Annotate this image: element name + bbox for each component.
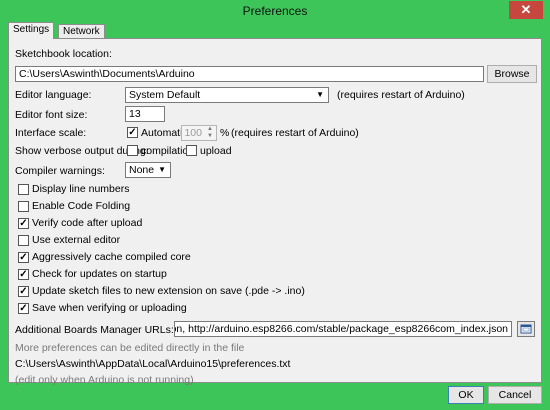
interface-scale-label: Interface scale:	[15, 127, 87, 139]
boards-url-label: Additional Boards Manager URLs:	[15, 324, 174, 336]
chevron-down-icon: ▼	[158, 165, 166, 174]
display-line-numbers-label: Display line numbers	[32, 183, 130, 195]
code-folding-label: Enable Code Folding	[32, 200, 131, 212]
more-prefs-note: More preferences can be edited directly …	[15, 342, 245, 354]
close-button[interactable]: ✕	[509, 1, 543, 19]
tab-network[interactable]: Network	[58, 24, 105, 38]
check-icon: ✓	[19, 218, 28, 229]
editor-language-label: Editor language:	[15, 89, 92, 101]
font-size-label: Editor font size:	[15, 109, 88, 121]
browse-button[interactable]: Browse	[487, 65, 537, 83]
check-icon: ✓	[19, 269, 28, 280]
boards-url-input[interactable]: /dl/package_esp32_index.json, http://ard…	[174, 321, 512, 337]
preferences-window: Preferences ✕ Settings Network Sketchboo…	[0, 0, 550, 410]
save-on-verify-label: Save when verifying or uploading	[32, 302, 187, 314]
chevron-down-icon: ▼	[316, 90, 324, 99]
check-updates-checkbox[interactable]: ✓	[18, 269, 29, 280]
editor-language-note: (requires restart of Arduino)	[337, 89, 465, 101]
editor-language-value: System Default	[129, 89, 201, 101]
settings-panel: Sketchbook location: C:\Users\Aswinth\Do…	[8, 38, 542, 386]
font-size-input[interactable]: 13	[125, 106, 165, 122]
spin-up-icon: ▲	[207, 126, 213, 132]
spin-down-icon: ▼	[207, 133, 213, 139]
warnings-value: None	[129, 164, 155, 176]
boards-url-value: /dl/package_esp32_index.json, http://ard…	[175, 323, 508, 335]
sketchbook-path-input[interactable]: C:\Users\Aswinth\Documents\Arduino	[15, 66, 484, 82]
external-editor-label: Use external editor	[32, 234, 121, 246]
spinner-arrows[interactable]: ▲ ▼	[205, 126, 215, 140]
check-icon: ✓	[19, 303, 28, 314]
upload-checkbox[interactable]	[186, 145, 197, 156]
cache-core-label: Aggressively cache compiled core	[32, 251, 191, 263]
check-icon: ✓	[19, 286, 28, 297]
tab-settings[interactable]: Settings	[8, 22, 55, 39]
external-editor-checkbox[interactable]	[18, 235, 29, 246]
scale-spinner[interactable]: 100 ▲ ▼	[181, 125, 217, 141]
scale-value: 100	[184, 127, 202, 139]
close-icon: ✕	[520, 2, 532, 17]
upload-label: upload	[200, 145, 232, 157]
verify-after-upload-checkbox[interactable]: ✓	[18, 218, 29, 229]
url-editor-button[interactable]	[517, 321, 535, 337]
edit-note: (edit only when Arduino is not running)	[15, 374, 194, 386]
warnings-select[interactable]: None ▼	[125, 162, 171, 178]
verify-after-upload-label: Verify code after upload	[32, 217, 143, 229]
tab-network-label: Network	[63, 26, 100, 37]
check-icon: ✓	[128, 127, 137, 138]
compilation-checkbox[interactable]	[127, 145, 138, 156]
check-updates-label: Check for updates on startup	[32, 268, 167, 280]
title-bar: Preferences	[0, 0, 550, 22]
display-line-numbers-checkbox[interactable]	[18, 184, 29, 195]
check-icon: ✓	[19, 252, 28, 263]
scale-note: (requires restart of Arduino)	[231, 127, 359, 139]
editor-language-select[interactable]: System Default ▼	[125, 87, 329, 103]
window-title: Preferences	[242, 4, 308, 18]
cancel-button[interactable]: Cancel	[488, 386, 542, 404]
save-on-verify-checkbox[interactable]: ✓	[18, 303, 29, 314]
ok-button[interactable]: OK	[448, 386, 484, 404]
code-folding-checkbox[interactable]	[18, 201, 29, 212]
scale-unit: %	[220, 127, 230, 139]
warnings-label: Compiler warnings:	[15, 165, 105, 177]
sketchbook-label: Sketchbook location:	[15, 48, 112, 60]
update-extension-label: Update sketch files to new extension on …	[32, 285, 305, 297]
update-extension-checkbox[interactable]: ✓	[18, 286, 29, 297]
window-icon	[520, 324, 532, 334]
tab-settings-label: Settings	[13, 24, 50, 35]
prefs-file-path: C:\Users\Aswinth\AppData\Local\Arduino15…	[15, 358, 291, 370]
cache-core-checkbox[interactable]: ✓	[18, 252, 29, 263]
automatic-checkbox[interactable]: ✓	[127, 127, 138, 138]
